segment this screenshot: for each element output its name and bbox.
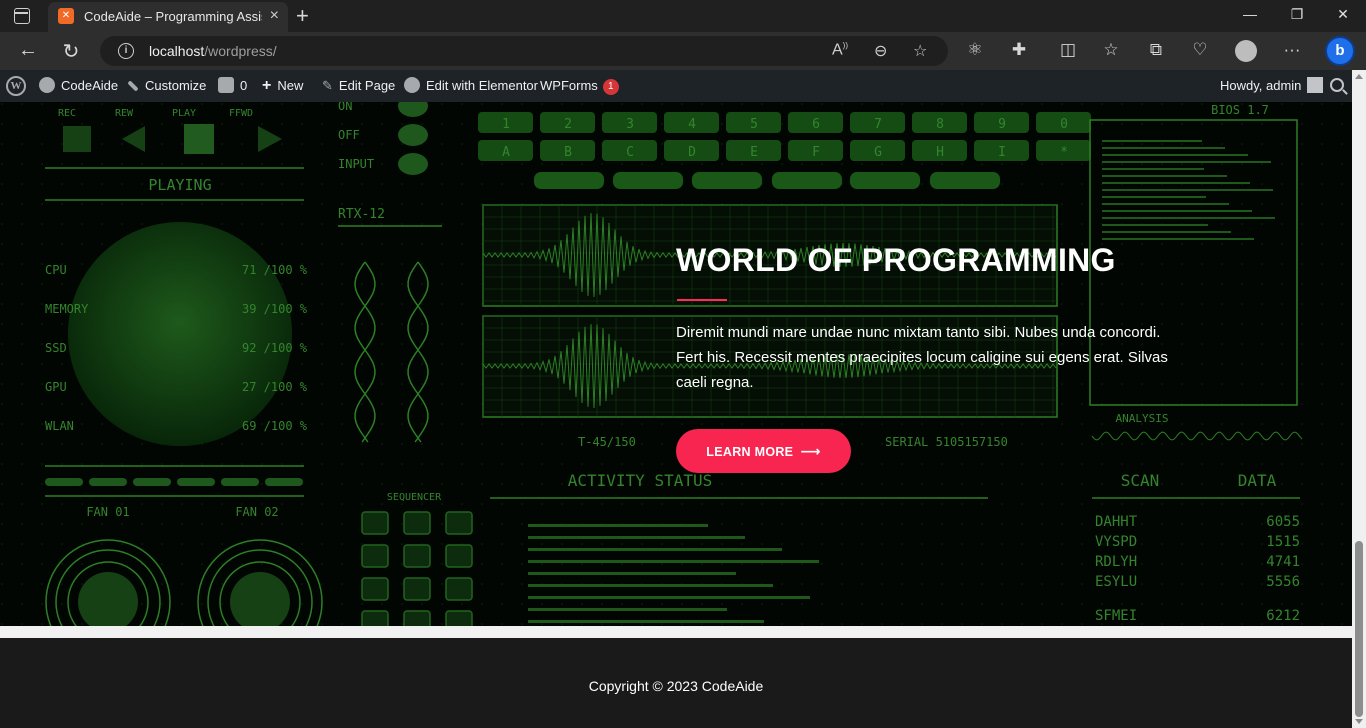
admin-bar-site-name[interactable]: CodeAide [39, 70, 118, 102]
customize-label: Customize [145, 78, 207, 93]
admin-bar-customize[interactable]: Customize [127, 70, 206, 102]
site-name-label: CodeAide [61, 78, 119, 93]
site-footer: Copyright © 2023 CodeAide [0, 638, 1352, 728]
page-separator [0, 626, 1352, 638]
site-info-icon[interactable]: i [118, 43, 134, 59]
tab-title: CodeAide – Programming Assistant [84, 9, 262, 24]
url-host: localhost [149, 43, 205, 59]
edit-page-label: Edit Page [338, 78, 396, 93]
address-bar[interactable]: i localhost/wordpress/ A)) ⊖ ☆ [100, 36, 948, 66]
zoom-icon[interactable]: ⊖ [874, 41, 887, 61]
brush-icon [127, 80, 139, 92]
wpforms-notification-badge: 1 [602, 79, 619, 95]
scroll-thumb[interactable] [1355, 541, 1363, 717]
extension-atom-icon[interactable]: ⚛ [964, 40, 986, 60]
refresh-icon[interactable]: ↻ [59, 39, 83, 64]
admin-bar-comments[interactable]: 0 [218, 70, 247, 102]
profile-avatar[interactable] [1235, 40, 1257, 62]
dashboard-icon [39, 77, 55, 93]
comment-icon [218, 77, 234, 93]
edit-elementor-label: Edit with Elementor [426, 78, 538, 93]
howdy-label: Howdy, admin [1220, 78, 1302, 93]
tab-actions-icon[interactable] [14, 8, 30, 24]
extensions-puzzle-icon[interactable]: ✚ [1008, 40, 1030, 60]
copyright-text: Copyright © 2023 CodeAide [588, 678, 764, 694]
browser-tab-active[interactable]: ✕ CodeAide – Programming Assistant × [48, 2, 288, 32]
new-label: New [277, 78, 304, 93]
wordpress-logo-icon[interactable]: W [6, 76, 26, 96]
url-text: localhost/wordpress/ [149, 43, 277, 59]
scroll-down-arrow-icon[interactable] [1355, 719, 1363, 724]
admin-bar-edit-elementor[interactable]: Edit with Elementor [404, 70, 538, 102]
plus-icon: + [262, 77, 272, 94]
hero-section: REC REW PLAY FFWD PLAYING CPU 71 /100 % MEMORY 3… [0, 102, 1352, 626]
browser-essentials-icon[interactable]: ♡ [1189, 40, 1211, 60]
hero-title: WORLD OF PROGRAMMING [676, 242, 1116, 278]
scroll-up-arrow-icon[interactable] [1355, 74, 1363, 79]
admin-bar-wpforms[interactable]: WPForms 1 [540, 70, 619, 102]
close-window-icon[interactable]: ✕ [1333, 6, 1353, 23]
restore-icon[interactable]: ❐ [1287, 6, 1307, 23]
user-avatar [1307, 77, 1324, 93]
url-path: /wordpress/ [204, 43, 277, 59]
page-scrollbar[interactable] [1352, 70, 1366, 728]
collections-icon[interactable]: ⧉ [1145, 40, 1167, 60]
admin-bar-edit-page[interactable]: ✎ Edit Page [322, 70, 395, 102]
admin-bar-search-icon[interactable] [1330, 78, 1344, 92]
xampp-icon: ✕ [58, 8, 74, 24]
close-tab-icon[interactable]: × [270, 7, 279, 25]
favorite-star-icon[interactable]: ☆ [913, 41, 927, 61]
pencil-icon: ✎ [322, 78, 333, 93]
back-icon[interactable]: ← [16, 39, 40, 62]
wp-admin-bar: W CodeAide Customize 0 + New ✎ Edit Page E… [0, 70, 1366, 102]
split-screen-icon[interactable]: ◫ [1057, 40, 1079, 60]
wpforms-label: WPForms [540, 78, 598, 93]
comments-count: 0 [240, 78, 248, 93]
admin-bar-new[interactable]: + New [262, 70, 303, 102]
arrow-right-icon: ⟶ [800, 443, 821, 459]
new-tab-icon[interactable]: + [296, 3, 309, 29]
read-aloud-icon[interactable]: A)) [832, 41, 848, 59]
minimize-icon[interactable]: — [1240, 6, 1260, 22]
hero-description: Diremit mundi mare undae nunc mixtam tan… [676, 324, 1168, 391]
more-menu-icon[interactable]: ··· [1281, 40, 1303, 60]
hero-title-underline [677, 299, 727, 301]
learn-more-button[interactable]: LEARN MORE ⟶ [676, 429, 851, 473]
admin-bar-my-account[interactable]: Howdy, admin [1220, 70, 1324, 102]
learn-more-label: LEARN MORE [706, 445, 794, 459]
favorites-icon[interactable]: ☆ [1100, 40, 1122, 60]
elementor-icon [404, 77, 420, 93]
browser-tab-bar: ✕ CodeAide – Programming Assistant × + —… [0, 0, 1366, 32]
bing-copilot-icon[interactable]: b [1325, 36, 1355, 66]
browser-toolbar: ← ↻ i localhost/wordpress/ A)) ⊖ ☆ ⚛ ✚ ◫… [0, 32, 1366, 70]
